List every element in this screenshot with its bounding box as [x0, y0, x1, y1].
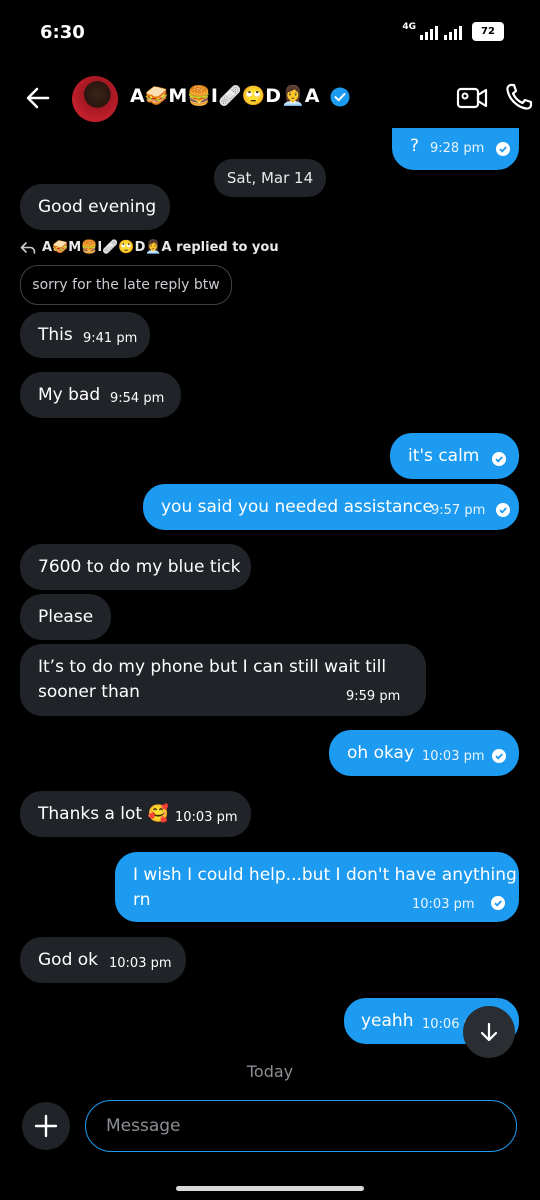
read-receipt-icon	[491, 896, 505, 910]
phone-call-icon[interactable]	[504, 82, 534, 112]
home-indicator[interactable]	[176, 1186, 364, 1191]
reply-indicator: A🥪M🍔I🩹🙄D👩‍💼A replied to you	[20, 240, 279, 255]
plus-icon	[34, 1114, 58, 1138]
signal-icon	[420, 24, 438, 40]
message-time: 9:57 pm	[431, 503, 486, 518]
message-time: 9:54 pm	[110, 391, 165, 406]
message-text: It’s to do my phone but I can still wait…	[38, 657, 387, 677]
message-text: yeahh	[361, 1011, 414, 1031]
message-time: 10:03 pm	[175, 810, 238, 825]
read-receipt-icon	[492, 452, 506, 466]
message-text: Thanks a lot 🥰	[38, 804, 169, 824]
message-time: 9:28 pm	[430, 141, 485, 156]
message-text-line2: rn	[133, 890, 151, 910]
network-type: 4G	[402, 22, 416, 32]
scroll-to-bottom-button[interactable]	[463, 1006, 515, 1058]
message-text-line2: sooner than	[38, 682, 140, 702]
message-bubble-incoming[interactable]: This 9:41 pm	[20, 312, 150, 358]
status-icons: 4G 72	[402, 22, 504, 41]
message-text: you said you needed assistance	[161, 497, 433, 517]
video-call-icon[interactable]	[456, 84, 488, 112]
message-text: Good evening	[38, 197, 157, 217]
message-text: This	[38, 325, 73, 345]
back-arrow-icon[interactable]	[22, 82, 54, 114]
read-receipt-icon	[496, 142, 510, 156]
message-time: 10:03 pm	[109, 956, 172, 971]
message-text: I wish I could help...but I don't have a…	[133, 865, 517, 885]
message-bubble-incoming[interactable]: Please	[20, 594, 111, 640]
message-bubble-outgoing[interactable]: you said you needed assistance 9:57 pm	[143, 484, 519, 530]
signal-icon-2	[444, 24, 462, 40]
message-bubble-incoming[interactable]: It’s to do my phone but I can still wait…	[20, 644, 426, 716]
contact-name[interactable]: A🥪M🍔I🩹🙄D👩‍💼A	[130, 84, 319, 107]
status-bar: 6:30 4G 72	[0, 0, 540, 66]
message-time: 10:03 pm	[412, 897, 475, 912]
add-attachment-button[interactable]	[22, 1102, 70, 1150]
message-text: ?	[410, 136, 420, 156]
chat-header: A🥪M🍔I🩹🙄D👩‍💼A	[0, 70, 540, 126]
verified-badge-icon	[330, 87, 350, 107]
read-receipt-icon	[492, 749, 506, 763]
arrow-down-icon	[480, 1022, 498, 1042]
message-time: 9:41 pm	[83, 331, 138, 346]
message-bubble-incoming[interactable]: My bad 9:54 pm	[20, 372, 181, 418]
message-bubble-incoming[interactable]: God ok 10:03 pm	[20, 937, 186, 983]
battery-icon: 72	[472, 22, 504, 41]
date-divider: Sat, Mar 14	[214, 159, 326, 197]
message-time: 9:59 pm	[346, 689, 401, 704]
today-divider: Today	[246, 1062, 294, 1081]
quoted-message[interactable]: sorry for the late reply btw	[20, 265, 232, 305]
message-bubble-incoming[interactable]: Good evening	[20, 184, 170, 230]
reply-meta-text: A🥪M🍔I🩹🙄D👩‍💼A replied to you	[42, 240, 279, 255]
read-receipt-icon	[496, 503, 510, 517]
message-text: it's calm	[408, 446, 480, 466]
message-bubble-incoming[interactable]: 7600 to do my blue tick	[20, 544, 251, 590]
message-bubble-outgoing[interactable]: ? 9:28 pm	[392, 128, 519, 170]
reply-arrow-icon	[20, 241, 36, 254]
message-time: 10:03 pm	[422, 749, 485, 764]
message-bubble-outgoing[interactable]: oh okay 10:03 pm	[329, 730, 519, 776]
message-text: 7600 to do my blue tick	[38, 557, 241, 577]
status-time: 6:30	[40, 22, 85, 43]
message-text: oh okay	[347, 743, 415, 763]
avatar[interactable]	[72, 76, 118, 122]
message-bubble-outgoing[interactable]: it's calm	[390, 433, 519, 479]
message-bubble-outgoing[interactable]: I wish I could help...but I don't have a…	[115, 852, 519, 922]
message-input[interactable]	[85, 1100, 517, 1152]
message-text: My bad	[38, 385, 101, 405]
message-bubble-incoming[interactable]: Thanks a lot 🥰 10:03 pm	[20, 791, 251, 837]
message-text: God ok	[38, 950, 99, 970]
message-text: Please	[38, 607, 94, 627]
